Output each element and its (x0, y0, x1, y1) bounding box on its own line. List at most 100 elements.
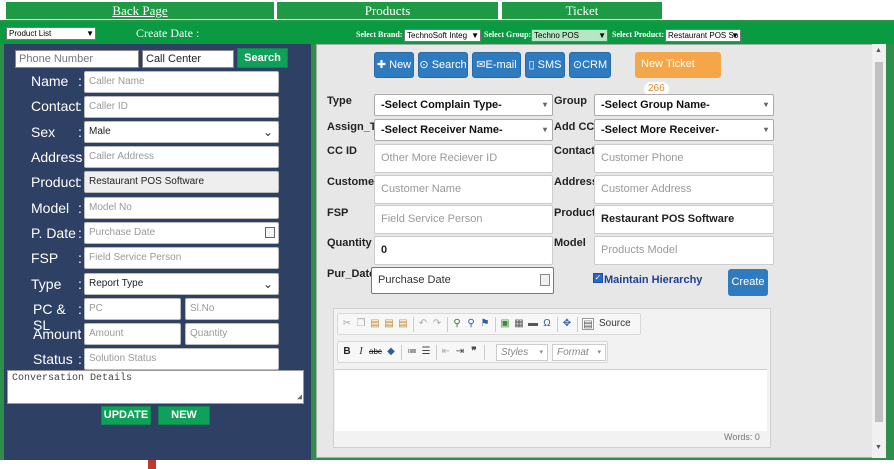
sl-no-input[interactable]: Sl.No (185, 298, 279, 320)
phone-number-input[interactable]: Phone Number (15, 50, 139, 68)
amount-input[interactable]: Amount (84, 323, 181, 345)
styles-combo[interactable]: Styles ▾ (496, 344, 548, 361)
field-service-person-input[interactable]: Field Service Person (374, 205, 553, 234)
nav-back-page[interactable]: Back Page (6, 2, 274, 19)
more-receiver-select[interactable]: -Select More Receiver- ▾ (594, 119, 774, 141)
solution-status-input[interactable]: Solution Status (84, 348, 279, 370)
group-select[interactable]: Techno POS ▼ (531, 29, 608, 42)
styles-label: Styles (501, 347, 529, 358)
outdent-icon[interactable]: ⇤ (440, 346, 452, 358)
colon: : (78, 73, 82, 89)
fsp-form-label: FSP (327, 207, 349, 219)
fsp-label: FSP (31, 250, 59, 266)
toolbar-separator (447, 317, 448, 332)
special-char-icon[interactable]: Ω (541, 318, 553, 330)
horizontal-line-icon[interactable]: ▬ (527, 318, 539, 330)
editor-toolbar-row-2: B I abc ◆ ≔ ☰ ⇤ ⇥ ❞ Styles ▾ Format ▾ (337, 341, 608, 363)
numbered-list-icon[interactable]: ≔ (406, 346, 418, 358)
anchor-flag-icon[interactable]: ⚑ (479, 318, 491, 330)
receiver-name-select[interactable]: -Select Receiver Name- ▾ (374, 119, 553, 141)
complain-type-select[interactable]: -Select Complain Type- ▾ (374, 94, 553, 116)
find-icon[interactable]: ⚲ (451, 318, 463, 330)
quantity-form-input[interactable]: 0 (374, 236, 553, 265)
undo-icon[interactable]: ↶ (417, 318, 429, 330)
action-sms-button[interactable]: ▯ SMS (525, 52, 565, 78)
redo-icon[interactable]: ↷ (431, 318, 443, 330)
sex-select[interactable]: Male ⌄ (84, 121, 279, 143)
conversation-details-textarea[interactable]: Conversation Details ◢ (7, 370, 304, 404)
chevron-down-icon: ▼ (598, 31, 606, 40)
report-type-select[interactable]: Report Type ⌄ (84, 273, 279, 295)
new-ticket-button[interactable]: New Ticket266 (635, 52, 721, 96)
source-button[interactable]: Source (599, 318, 631, 329)
italic-icon[interactable]: I (355, 346, 367, 358)
table-icon[interactable]: ▦ (513, 318, 525, 330)
cc-id-input[interactable]: Other More Reciever ID (374, 144, 553, 173)
maintain-hierarchy-checkbox[interactable]: ✓ (593, 273, 603, 283)
toolbar-separator (401, 345, 402, 360)
remove-format-icon[interactable]: ◆ (385, 346, 397, 358)
cut-icon[interactable]: ✂ (341, 318, 353, 330)
field-service-input[interactable]: Field Service Person (84, 247, 279, 269)
nav-products[interactable]: Products (277, 2, 498, 19)
create-button[interactable]: Create (728, 269, 768, 296)
calendar-icon[interactable] (265, 227, 275, 238)
strikethrough-icon[interactable]: abc (369, 346, 382, 358)
call-center-input[interactable]: Call Center (142, 50, 234, 68)
product-select[interactable]: Restaurant POS So ▼ (665, 29, 741, 42)
paste-icon[interactable]: ▤ (369, 318, 381, 330)
action-email-button[interactable]: ✉E-mail (472, 52, 521, 78)
brand-select[interactable]: TechnoSoft Integ ▼ (404, 29, 481, 42)
maximize-icon[interactable]: ✥ (561, 318, 573, 330)
action-email-label: E-mail (485, 59, 517, 71)
paste-text-icon[interactable]: ▤ (383, 318, 395, 330)
bullet-list-icon[interactable]: ☰ (420, 346, 432, 358)
pc-input[interactable]: PC (84, 298, 181, 320)
chevron-down-icon: ▾ (542, 100, 547, 109)
left-search-button[interactable]: Search (237, 48, 288, 68)
purchase-date-input[interactable]: Purchase Date (84, 222, 279, 244)
quantity-input[interactable]: Quantity (185, 323, 279, 345)
scroll-down-icon[interactable]: ▼ (875, 444, 882, 451)
format-combo[interactable]: Format ▾ (552, 344, 606, 361)
bold-icon[interactable]: B (341, 346, 353, 358)
product-label: Select Product: (612, 30, 665, 39)
calendar-icon[interactable] (540, 274, 550, 286)
paste-word-icon[interactable]: ▤ (397, 318, 409, 330)
action-crm-button[interactable]: ⊙CRM (569, 52, 611, 78)
pur-date-input[interactable]: Purchase Date (371, 267, 554, 294)
scroll-thumb[interactable] (875, 62, 883, 422)
caller-name-input[interactable]: Caller Name (84, 71, 279, 93)
blockquote-icon[interactable]: ❞ (468, 346, 480, 358)
copy-icon[interactable]: ❐ (355, 318, 367, 330)
action-new-button[interactable]: ✚ New (374, 52, 414, 78)
image-icon[interactable]: ▣ (499, 318, 511, 330)
crm-icon: ⊙ (572, 59, 583, 71)
replace-icon[interactable]: ⚲ (465, 318, 477, 330)
editor-content-area[interactable] (335, 369, 767, 431)
group-name-select[interactable]: -Select Group Name- ▾ (594, 94, 774, 116)
update-button[interactable]: UPDATE (101, 406, 151, 425)
pur-date-label: Pur_Date (327, 268, 376, 280)
nav-ticket[interactable]: Ticket (502, 2, 662, 19)
source-icon[interactable]: ▤ (582, 318, 594, 330)
model-no-input[interactable]: Model No (84, 197, 279, 219)
customer-name-input[interactable]: Customer Name (374, 175, 553, 204)
indent-icon[interactable]: ⇥ (454, 346, 466, 358)
products-model-input[interactable]: Products Model (594, 236, 774, 265)
products-input[interactable]: Restaurant POS Software (594, 205, 774, 234)
vertical-scrollbar[interactable]: ▲ ▼ (872, 44, 886, 458)
product-field-label: Product (31, 174, 80, 190)
customer-phone-input[interactable]: Customer Phone (594, 144, 774, 173)
resize-grip-icon[interactable]: ◢ (297, 392, 302, 402)
plus-icon: ✚ (376, 59, 387, 71)
caller-address-input[interactable]: Caller Address (84, 146, 279, 168)
caller-id-input[interactable]: Caller ID (84, 96, 279, 118)
scroll-up-icon[interactable]: ▲ (875, 47, 882, 54)
customer-address-input[interactable]: Customer Address (594, 175, 774, 204)
chevron-down-icon: ▾ (542, 125, 547, 134)
action-search-button[interactable]: ⊙ Search (418, 52, 468, 78)
product-list-select[interactable]: Product List ▼ (6, 27, 96, 40)
colon: : (78, 326, 82, 342)
new-button[interactable]: NEW (158, 406, 210, 425)
